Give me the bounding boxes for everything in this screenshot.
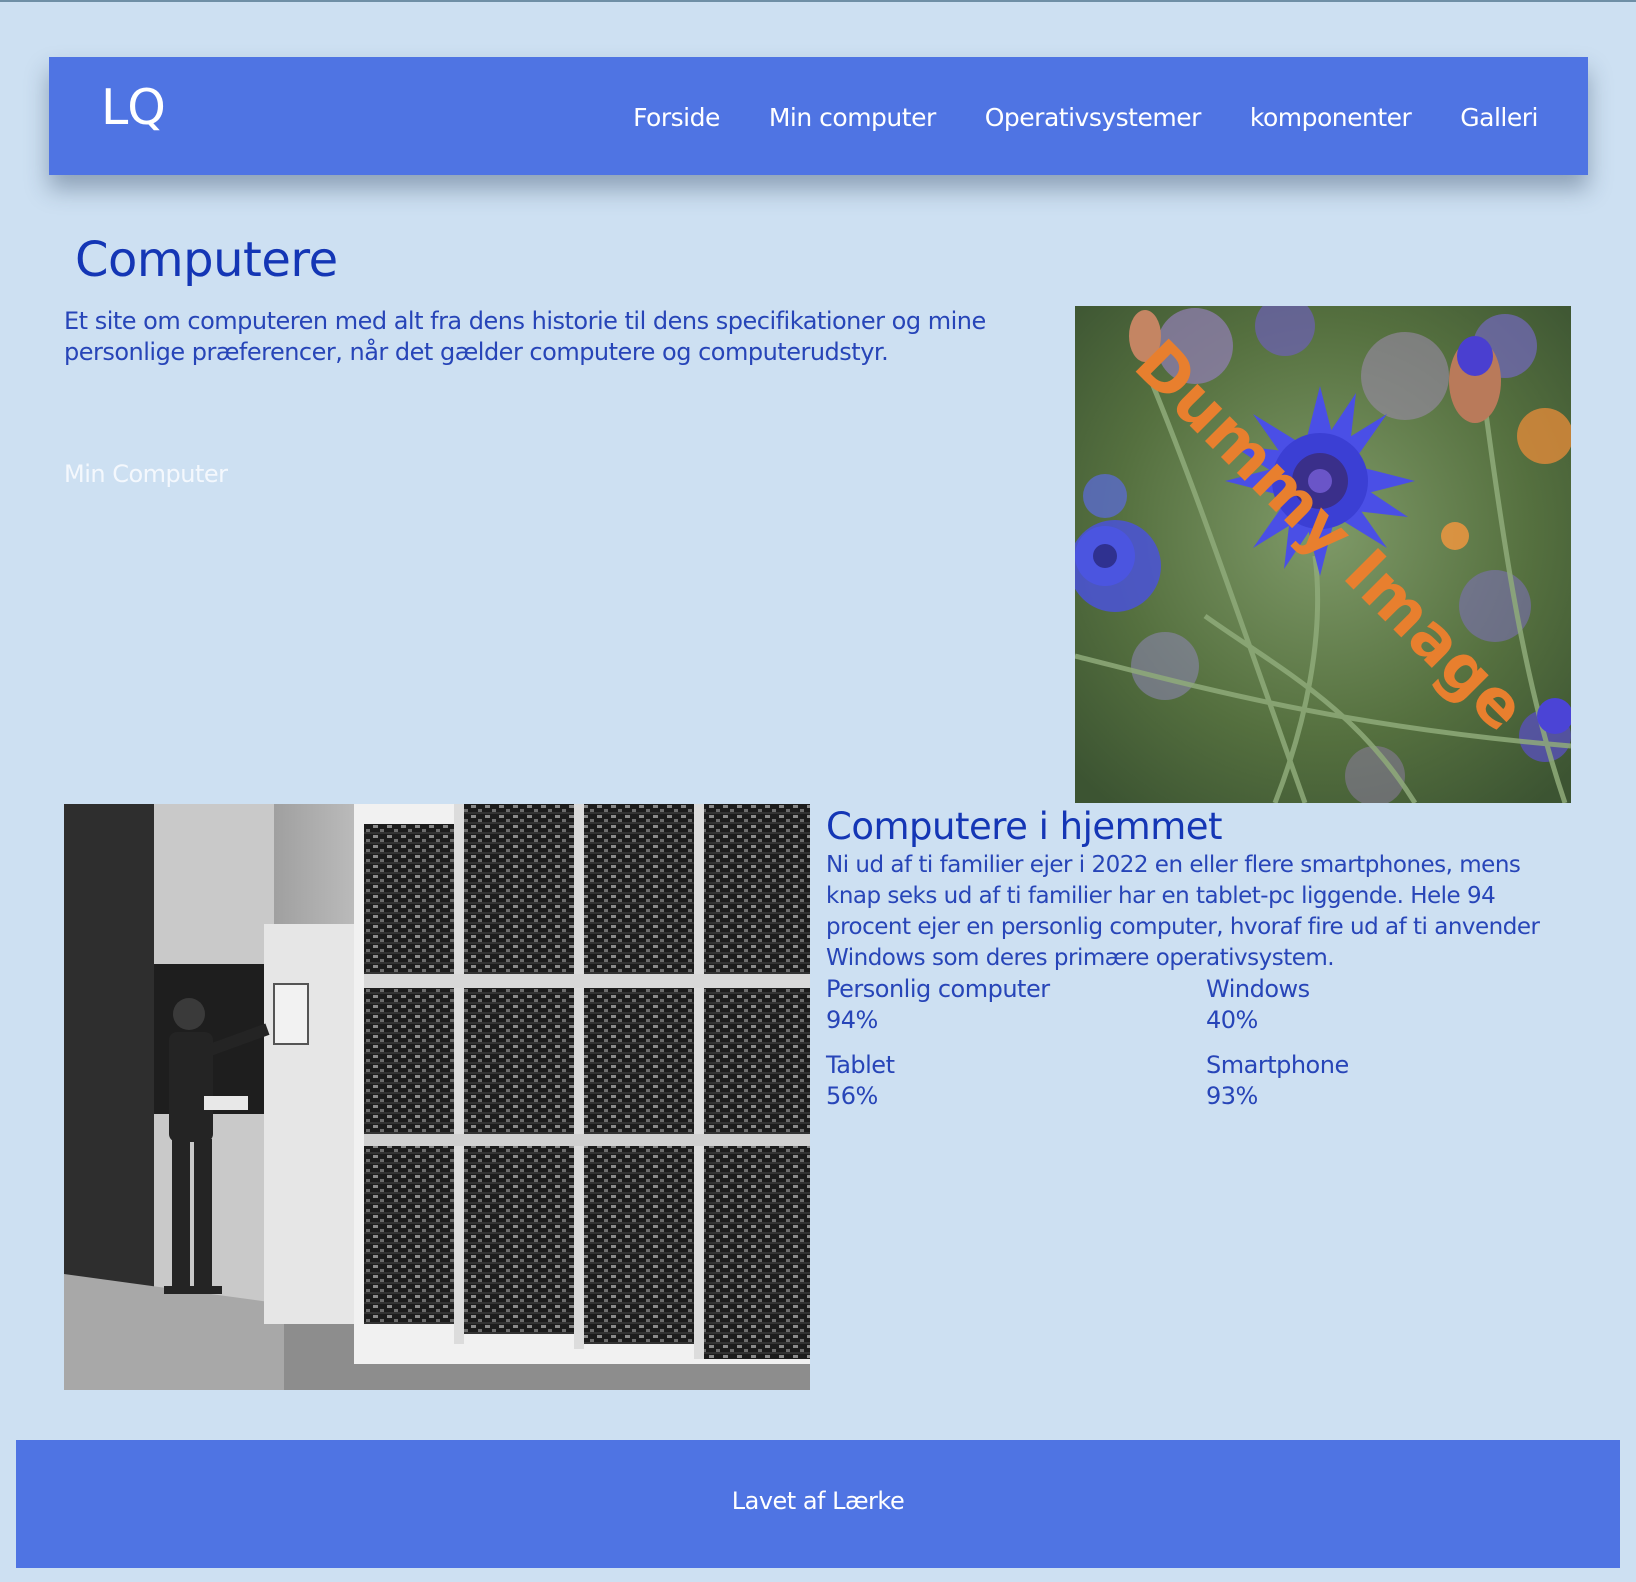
stats-grid: Personlig computer 94% Windows 40% Table… (826, 974, 1586, 1112)
nav-item-min-computer[interactable]: Min computer (769, 105, 936, 130)
site-logo[interactable]: LQ (101, 83, 166, 132)
stat-value: 93% (1206, 1082, 1258, 1110)
page-title: Computere (75, 232, 338, 288)
dummy-flower-image: Dummy Image (1075, 306, 1571, 803)
footer-credit: Lavet af Lærke (731, 1487, 905, 1515)
stat-item: Tablet 56% (826, 1050, 1206, 1112)
intro-text: Et site om computeren med alt fra dens h… (64, 307, 986, 366)
nav-item-forside[interactable]: Forside (633, 105, 720, 130)
mainframe-photo-illustration (64, 804, 810, 1390)
flower-photo-illustration: Dummy Image (1075, 306, 1571, 803)
min-computer-link[interactable]: Min Computer (64, 462, 228, 486)
section-text: Ni ud af ti familier ejer i 2022 en elle… (826, 852, 1540, 971)
top-navigation-bar: LQ Forside Min computer Operativsystemer… (49, 57, 1588, 175)
stat-item: Windows 40% (1206, 974, 1586, 1036)
nav-item-operativsystemer[interactable]: Operativsystemer (985, 105, 1202, 130)
stat-label: Smartphone (1206, 1051, 1349, 1079)
stat-value: 94% (826, 1006, 878, 1034)
vintage-mainframe-photo (64, 804, 810, 1390)
stat-item: Personlig computer 94% (826, 974, 1206, 1036)
stat-label: Personlig computer (826, 975, 1050, 1003)
stat-value: 56% (826, 1082, 878, 1110)
nav-item-galleri[interactable]: Galleri (1460, 105, 1538, 130)
stat-label: Tablet (826, 1051, 895, 1079)
stat-item: Smartphone 93% (1206, 1050, 1586, 1112)
nav-item-komponenter[interactable]: komponenter (1250, 105, 1412, 130)
main-menu: Forside Min computer Operativsystemer ko… (633, 105, 1538, 130)
stat-label: Windows (1206, 975, 1310, 1003)
page-footer: Lavet af Lærke (16, 1440, 1620, 1568)
section-title: Computere i hjemmet (826, 805, 1223, 848)
stat-value: 40% (1206, 1006, 1258, 1034)
